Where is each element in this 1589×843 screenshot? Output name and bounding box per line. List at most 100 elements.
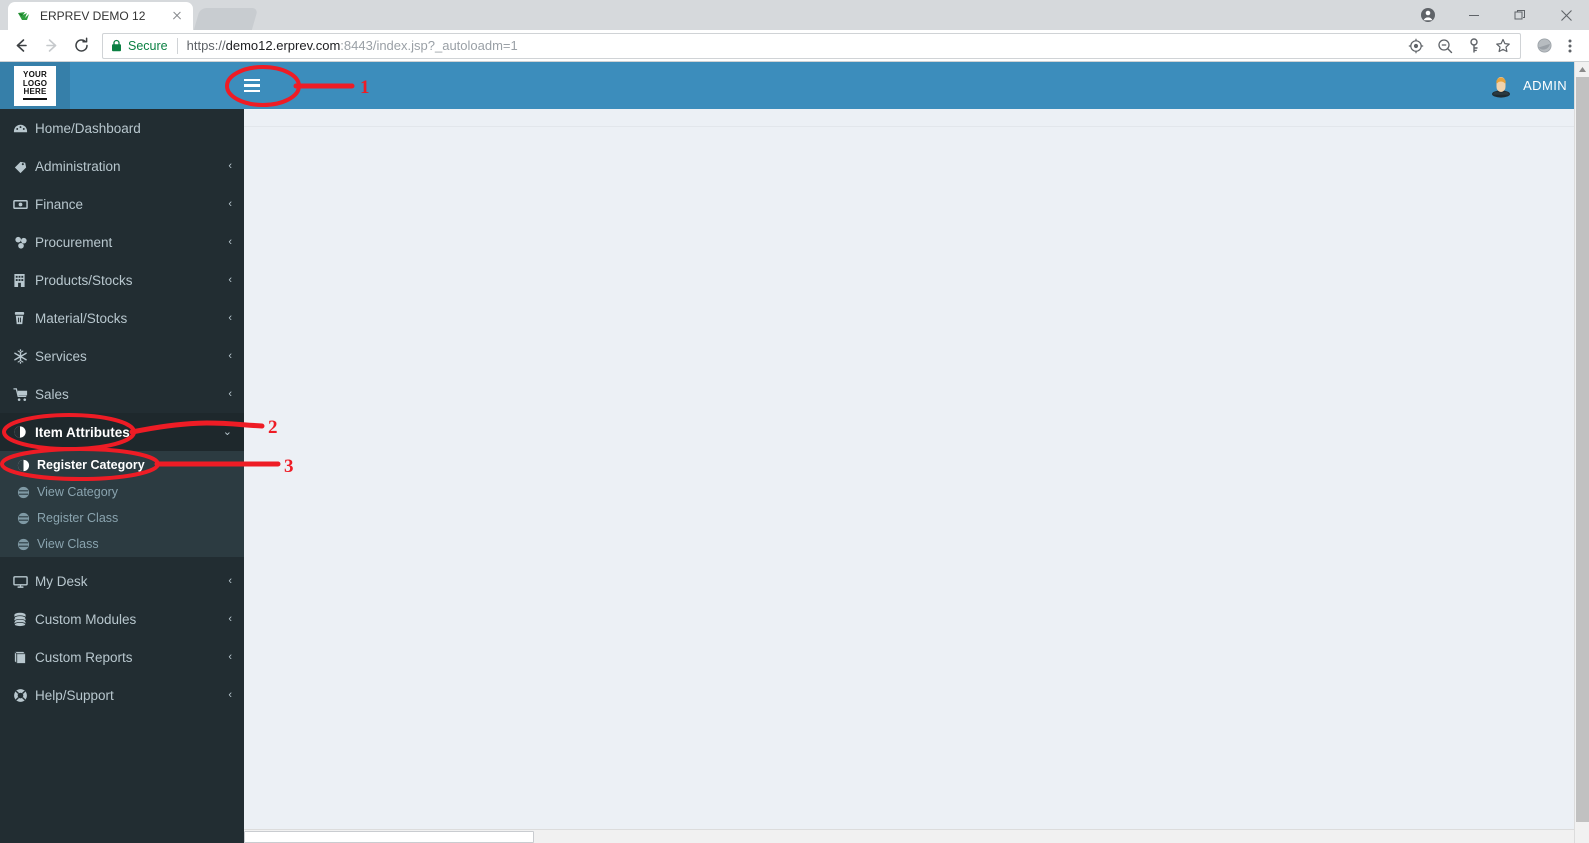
sidebar-subitem-label: View Class — [37, 537, 99, 551]
logo-line-3: HERE — [23, 87, 47, 100]
star-bookmark-icon[interactable] — [1494, 37, 1512, 55]
sidebar-item-products-stocks[interactable]: Products/Stocks ‹ — [0, 261, 244, 299]
zoom-out-icon[interactable] — [1436, 37, 1454, 55]
vertical-scrollbar[interactable] — [1574, 62, 1589, 843]
content-divider — [244, 126, 1589, 127]
sidebar-item-home-dashboard[interactable]: Home/Dashboard — [0, 109, 244, 147]
chevron-left-icon: ‹ — [228, 650, 232, 663]
restore-icon[interactable] — [1497, 0, 1543, 30]
sidebar-item-item-attributes[interactable]: Item Attributes ⌄ — [0, 413, 244, 451]
sidebar-item-label: Custom Reports — [35, 649, 133, 665]
sidebar-item-finance[interactable]: Finance ‹ — [0, 185, 244, 223]
sidebar-item-procurement[interactable]: Procurement ‹ — [0, 223, 244, 261]
sidebar-item-label: Procurement — [35, 234, 113, 250]
vertical-scrollbar-thumb[interactable] — [1576, 77, 1589, 822]
chevron-down-icon: ⌄ — [222, 425, 232, 438]
chevron-left-icon: ‹ — [228, 387, 232, 400]
sidebar-item-material-stocks[interactable]: Material/Stocks ‹ — [0, 299, 244, 337]
sidebar-item-label: Sales — [35, 386, 69, 402]
sidebar-subitem-label: Register Class — [37, 511, 119, 525]
new-tab-button[interactable] — [193, 8, 259, 30]
reload-icon[interactable] — [66, 31, 96, 61]
tags-icon — [13, 159, 35, 174]
sidebar-item-custom-reports[interactable]: Custom Reports ‹ — [0, 638, 244, 676]
key-icon[interactable] — [1465, 37, 1483, 55]
sidebar-subitem-register-class[interactable]: Register Class — [0, 505, 244, 531]
app-header: YOUR LOGO HERE ADMIN — [0, 62, 1589, 109]
shopping-cart-icon — [13, 387, 35, 402]
chevron-left-icon: ‹ — [228, 197, 232, 210]
green-bird-favicon — [16, 8, 32, 24]
sidebar-navigation: Home/Dashboard Administration ‹ Finance … — [0, 109, 244, 843]
hamburger-icon[interactable] — [230, 62, 274, 109]
app-logo[interactable]: YOUR LOGO HERE — [0, 62, 70, 109]
arrow-right-icon — [36, 31, 66, 61]
horizontal-scrollbar[interactable] — [244, 829, 1574, 843]
security-status-label: Secure — [128, 38, 168, 53]
browser-toolbar: Secure https://demo12.erprev.com:8443/in… — [0, 30, 1589, 62]
sidebar-item-my-desk[interactable]: My Desk ‹ — [0, 562, 244, 600]
user-avatar-icon — [1488, 73, 1514, 99]
book-icon — [13, 650, 35, 665]
sitemap-icon — [13, 235, 35, 250]
url-path: :8443/index.jsp?_autoloadm=1 — [340, 38, 518, 53]
location-target-icon[interactable] — [1407, 37, 1425, 55]
sidebar-subitem-label: View Category — [37, 485, 119, 499]
sidebar-item-services[interactable]: Services ‹ — [0, 337, 244, 375]
sidebar-item-label: Material/Stocks — [35, 310, 128, 326]
sidebar-subitem-register-category[interactable]: Register Category — [0, 451, 244, 479]
sidebar-item-sales[interactable]: Sales ‹ — [0, 375, 244, 413]
sidebar-item-label: Item Attributes — [35, 424, 130, 440]
chevron-left-icon: ‹ — [228, 273, 232, 286]
sidebar-item-label: Finance — [35, 196, 84, 212]
sidebar-item-custom-modules[interactable]: Custom Modules ‹ — [0, 600, 244, 638]
sidebar-subitem-view-category[interactable]: View Category — [0, 479, 244, 505]
circle-half-icon — [13, 425, 35, 439]
url-scheme: https:// — [186, 38, 226, 53]
circle-bullet-icon — [17, 486, 35, 499]
chevron-left-icon: ‹ — [228, 235, 232, 248]
arrow-left-icon[interactable] — [6, 31, 36, 61]
desktop-icon — [13, 574, 35, 589]
horizontal-scrollbar-thumb[interactable] — [244, 831, 534, 843]
sidebar-item-help-support[interactable]: Help/Support ‹ — [0, 676, 244, 714]
sidebar-item-label: Administration — [35, 158, 121, 174]
chevron-left-icon: ‹ — [228, 574, 232, 587]
three-dot-menu-icon[interactable] — [1557, 37, 1583, 55]
app-body: Home/Dashboard Administration ‹ Finance … — [0, 109, 1589, 843]
browser-tab-strip: ERPREV DEMO 12 — [0, 0, 1589, 30]
circle-bullet-icon — [17, 538, 35, 551]
chevron-left-icon: ‹ — [228, 688, 232, 701]
chevron-left-icon: ‹ — [228, 349, 232, 362]
chevron-left-icon: ‹ — [228, 311, 232, 324]
sidebar-subitem-label: Register Category — [37, 458, 145, 472]
url-host: demo12.erprev.com — [225, 38, 341, 53]
sidebar-item-label: Home/Dashboard — [35, 120, 141, 136]
close-icon[interactable] — [1543, 0, 1589, 30]
user-name-label: ADMIN — [1523, 78, 1567, 93]
sidebar-item-label: My Desk — [35, 573, 88, 589]
sidebar-item-label: Products/Stocks — [35, 272, 133, 288]
address-bar[interactable]: Secure https://demo12.erprev.com:8443/in… — [102, 32, 1521, 59]
building-icon — [13, 273, 35, 288]
scroll-up-arrow-icon[interactable] — [1575, 62, 1589, 77]
main-content-area — [244, 109, 1589, 843]
sidebar-subitem-view-class[interactable]: View Class — [0, 531, 244, 557]
trash-bin-icon — [13, 311, 35, 326]
sidebar-item-administration[interactable]: Administration ‹ — [0, 147, 244, 185]
sidebar-item-label: Custom Modules — [35, 611, 137, 627]
close-icon[interactable] — [169, 8, 185, 24]
dashboard-icon — [13, 121, 35, 136]
sidebar-item-label: Services — [35, 348, 87, 364]
circle-bullet-icon — [17, 459, 35, 472]
user-circle-icon[interactable] — [1405, 0, 1451, 30]
browser-tab[interactable]: ERPREV DEMO 12 — [8, 2, 193, 30]
browser-tab-title: ERPREV DEMO 12 — [40, 9, 146, 23]
profile-globe-icon[interactable] — [1531, 37, 1557, 55]
url-text: https://demo12.erprev.com:8443/index.jsp… — [187, 38, 518, 53]
lock-icon — [111, 39, 122, 52]
application-viewport: YOUR LOGO HERE ADMIN Home/Dashboard Admi… — [0, 62, 1589, 843]
lifebuoy-icon — [13, 688, 35, 703]
minimize-icon[interactable] — [1451, 0, 1497, 30]
money-icon — [13, 197, 35, 212]
